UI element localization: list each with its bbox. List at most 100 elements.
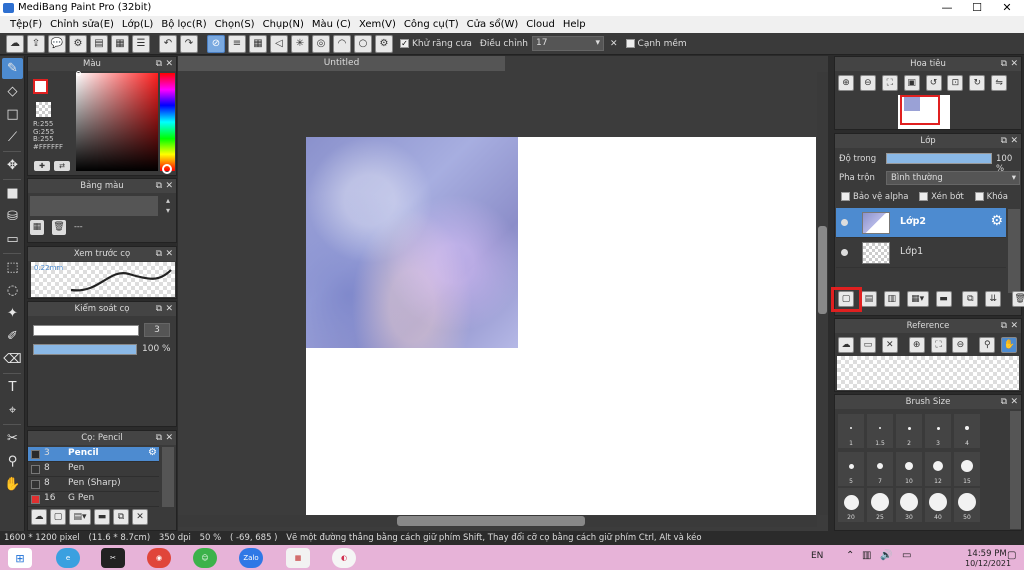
menu-layer[interactable]: Lớp(L) — [118, 16, 157, 33]
zalo-icon[interactable]: Zalo — [239, 548, 263, 568]
network-icon[interactable]: ▥ — [862, 550, 871, 561]
zoom-in-icon[interactable]: ⊕ — [908, 337, 925, 353]
undo-icon[interactable]: ↶ — [159, 34, 177, 53]
grid-page-icon[interactable]: ▦ — [111, 34, 129, 53]
delete-layer-icon[interactable]: 🗑 — [1012, 291, 1024, 307]
menu-edit[interactable]: Chỉnh sửa(E) — [46, 16, 118, 33]
eyedropper-icon[interactable]: ⚲ — [979, 337, 996, 353]
start-icon[interactable]: ⊞ — [8, 548, 32, 568]
layer-folder-icon[interactable]: ▬ — [935, 291, 952, 307]
move-tool-icon[interactable]: ✥ — [2, 155, 23, 176]
layer-list-scrollbar[interactable] — [1008, 209, 1020, 293]
brush-item-pen[interactable]: 8 Pen — [28, 462, 159, 477]
popout-icon[interactable]: ⧉ — [1001, 134, 1007, 148]
brush-size-cell[interactable]: 4 — [954, 414, 980, 448]
protect-alpha-checkbox[interactable] — [841, 192, 850, 201]
background-color-swatch[interactable] — [36, 102, 51, 117]
menu-window[interactable]: Cửa sổ(W) — [463, 16, 523, 33]
brush-size-cell[interactable]: 30 — [896, 488, 922, 522]
hue-cursor[interactable] — [162, 164, 172, 174]
add-layer-menu-icon[interactable]: ▦▾ — [906, 291, 929, 307]
panel-close-icon[interactable]: ✕ — [165, 302, 173, 316]
visibility-eye-icon[interactable] — [841, 249, 848, 256]
new-8bit-layer-icon[interactable]: ▥ — [883, 291, 900, 307]
menu-file[interactable]: Tệp(F) — [6, 16, 46, 33]
layer-opacity-slider[interactable] — [886, 153, 992, 164]
popout-icon[interactable]: ⧉ — [156, 247, 162, 261]
flip-horizontal-icon[interactable]: ⇋ — [991, 75, 1008, 91]
operation-tool-icon[interactable]: ⌖ — [2, 400, 23, 421]
brush-opacity-slider[interactable] — [33, 344, 137, 355]
panel-close-icon[interactable]: ✕ — [1010, 395, 1018, 409]
canvas-vertical-scroll-thumb[interactable] — [818, 226, 827, 314]
menu-tools[interactable]: Công cụ(T) — [400, 16, 463, 33]
panel-close-icon[interactable]: ✕ — [1010, 134, 1018, 148]
capcut-icon[interactable]: ✂ — [101, 548, 125, 568]
medibang-taskbar-icon[interactable]: ◐ — [332, 548, 356, 568]
select-rect-tool-icon[interactable]: ⬚ — [2, 257, 23, 278]
popout-icon[interactable]: ⧉ — [1001, 395, 1007, 409]
menu-help[interactable]: Help — [559, 16, 590, 33]
brush-size-scrollbar[interactable] — [1010, 411, 1021, 529]
edge-browser-icon[interactable]: e — [56, 548, 80, 568]
lock-checkbox[interactable] — [974, 192, 984, 201]
brush-size-cell[interactable]: 50 — [954, 488, 980, 522]
close-reference-icon[interactable]: ✕ — [881, 337, 898, 353]
sv-cursor[interactable] — [76, 71, 81, 76]
visibility-eye-icon[interactable] — [841, 219, 848, 226]
brush-tool-icon[interactable]: ✎ — [2, 58, 23, 79]
snap-parallel-icon[interactable]: ≡ — [228, 34, 246, 53]
color-swap-icon[interactable]: ⇄ — [54, 161, 70, 171]
layer-gear-icon[interactable]: ⚙ — [990, 213, 1003, 229]
fill-rect-tool-icon[interactable]: ■ — [2, 183, 23, 204]
palette-add-icon[interactable]: ▦ — [30, 220, 44, 235]
snap-circle-icon[interactable]: ◎ — [312, 34, 330, 53]
reset-rotation-icon[interactable]: ⊡ — [947, 75, 964, 91]
antialias-toggle[interactable]: Khử răng cưa — [400, 38, 472, 49]
select-eraser-tool-icon[interactable]: ⌫ — [2, 349, 23, 370]
brush-list-scrollbar[interactable] — [162, 447, 174, 507]
brush-size-cell[interactable]: 20 — [838, 488, 864, 522]
bucket-tool-icon[interactable]: ⛁ — [2, 206, 23, 227]
line-tool-icon[interactable]: ⟋ — [2, 127, 23, 148]
popout-icon[interactable]: ⧉ — [1001, 319, 1007, 333]
open-folder-icon[interactable]: ▭ — [859, 337, 876, 353]
menu-filter[interactable]: Bộ lọc(R) — [157, 16, 210, 33]
brush-size-cell[interactable]: 1 — [838, 414, 864, 448]
duplicate-brush-icon[interactable]: ⧉ — [113, 509, 129, 525]
clipping-checkbox[interactable] — [919, 192, 929, 201]
comment-icon[interactable]: 💬 — [48, 34, 66, 53]
popout-icon[interactable]: ⧉ — [156, 302, 162, 316]
language-indicator[interactable]: EN — [811, 551, 823, 561]
hue-slider[interactable] — [160, 73, 175, 171]
gradient-tool-icon[interactable]: ▭ — [2, 229, 23, 250]
page-icon[interactable]: ▤ — [90, 34, 108, 53]
panel-close-icon[interactable]: ✕ — [1010, 319, 1018, 333]
menu-select[interactable]: Chọn(S) — [211, 16, 259, 33]
brush-size-cell[interactable]: 15 — [954, 452, 980, 486]
brush-item-g-pen[interactable]: 16 G Pen — [28, 492, 159, 507]
popout-icon[interactable]: ⧉ — [156, 431, 162, 445]
lasso-tool-icon[interactable]: ◌ — [2, 280, 23, 301]
panel-close-icon[interactable]: ✕ — [165, 247, 173, 261]
color-add-icon[interactable]: ✚ — [34, 161, 50, 171]
snap-cross-icon[interactable]: ▦ — [249, 34, 267, 53]
merge-layer-icon[interactable]: ⇊ — [985, 291, 1002, 307]
edge-toggle[interactable]: Cạnh mềm — [625, 38, 687, 49]
tray-chevron-icon[interactable]: ⌃ — [846, 550, 854, 561]
brush-size-cell[interactable]: 10 — [896, 452, 922, 486]
new-brush-icon[interactable]: ▢ — [50, 509, 66, 525]
brush-size-cell[interactable]: 5 — [838, 452, 864, 486]
chrome-icon[interactable]: ◉ — [147, 548, 171, 568]
minimize-button[interactable]: — — [932, 0, 962, 16]
panel-close-icon[interactable]: ✕ — [165, 57, 173, 71]
clock-time[interactable]: 14:59 PM — [967, 549, 1007, 559]
menu-color[interactable]: Màu (C) — [308, 16, 355, 33]
new-halftone-layer-icon[interactable]: ▤ — [860, 291, 877, 307]
battery-icon[interactable]: ▭ — [902, 550, 911, 561]
adjust-select[interactable]: 17 — [531, 36, 604, 51]
layer-item-layer2[interactable]: Lớp2 ⚙ — [836, 208, 1006, 238]
hand-icon[interactable]: ✋ — [1001, 337, 1018, 353]
notification-icon[interactable]: ▢ — [1007, 550, 1016, 561]
actual-size-icon[interactable]: ▣ — [903, 75, 920, 91]
